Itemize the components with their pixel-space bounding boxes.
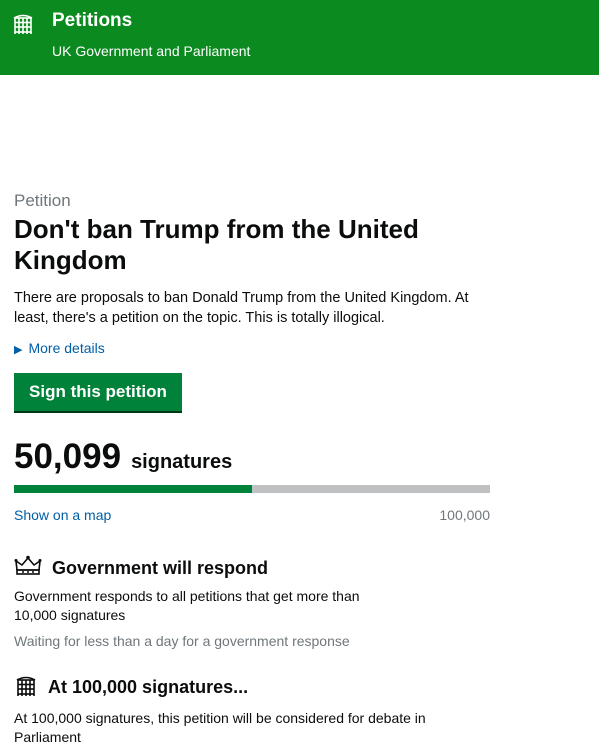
debate-heading-text: At 100,000 signatures...: [48, 677, 249, 697]
signature-count: 50,099 signatures: [14, 437, 232, 477]
sign-petition-button[interactable]: Sign this petition: [14, 373, 182, 411]
government-description: Government responds to all petitions tha…: [14, 588, 360, 623]
triangle-right-icon: ▶: [14, 344, 23, 356]
government-heading-text: Government will respond: [52, 558, 269, 578]
page-kicker: Petition: [14, 191, 71, 210]
signature-label: signatures: [131, 451, 233, 473]
site-header: Petitions UK Government and Parliament: [0, 0, 599, 75]
debate-description: At 100,000 signatures, this petition wil…: [14, 710, 426, 745]
signature-progress-fill: [14, 485, 253, 493]
more-details-label: More details: [28, 340, 105, 356]
petition-title: Don't ban Trump from the United Kingdom: [14, 214, 419, 275]
portcullis-icon: [12, 11, 34, 40]
site-subtitle: UK Government and Parliament: [52, 43, 251, 59]
signature-target: 100,000: [439, 507, 490, 523]
more-details-toggle[interactable]: ▶ More details: [14, 340, 105, 356]
government-response-heading: Government will respond: [14, 555, 268, 582]
crown-icon: [14, 555, 42, 582]
portcullis-icon: [14, 673, 38, 702]
site-title[interactable]: Petitions: [52, 10, 132, 32]
signature-number: 50,099: [14, 437, 122, 476]
petition-summary: There are proposals to ban Donald Trump …: [14, 290, 469, 326]
signature-progress-bar: [14, 485, 490, 493]
debate-threshold-heading: At 100,000 signatures...: [14, 673, 248, 702]
government-status: Waiting for less than a day for a govern…: [14, 633, 350, 649]
